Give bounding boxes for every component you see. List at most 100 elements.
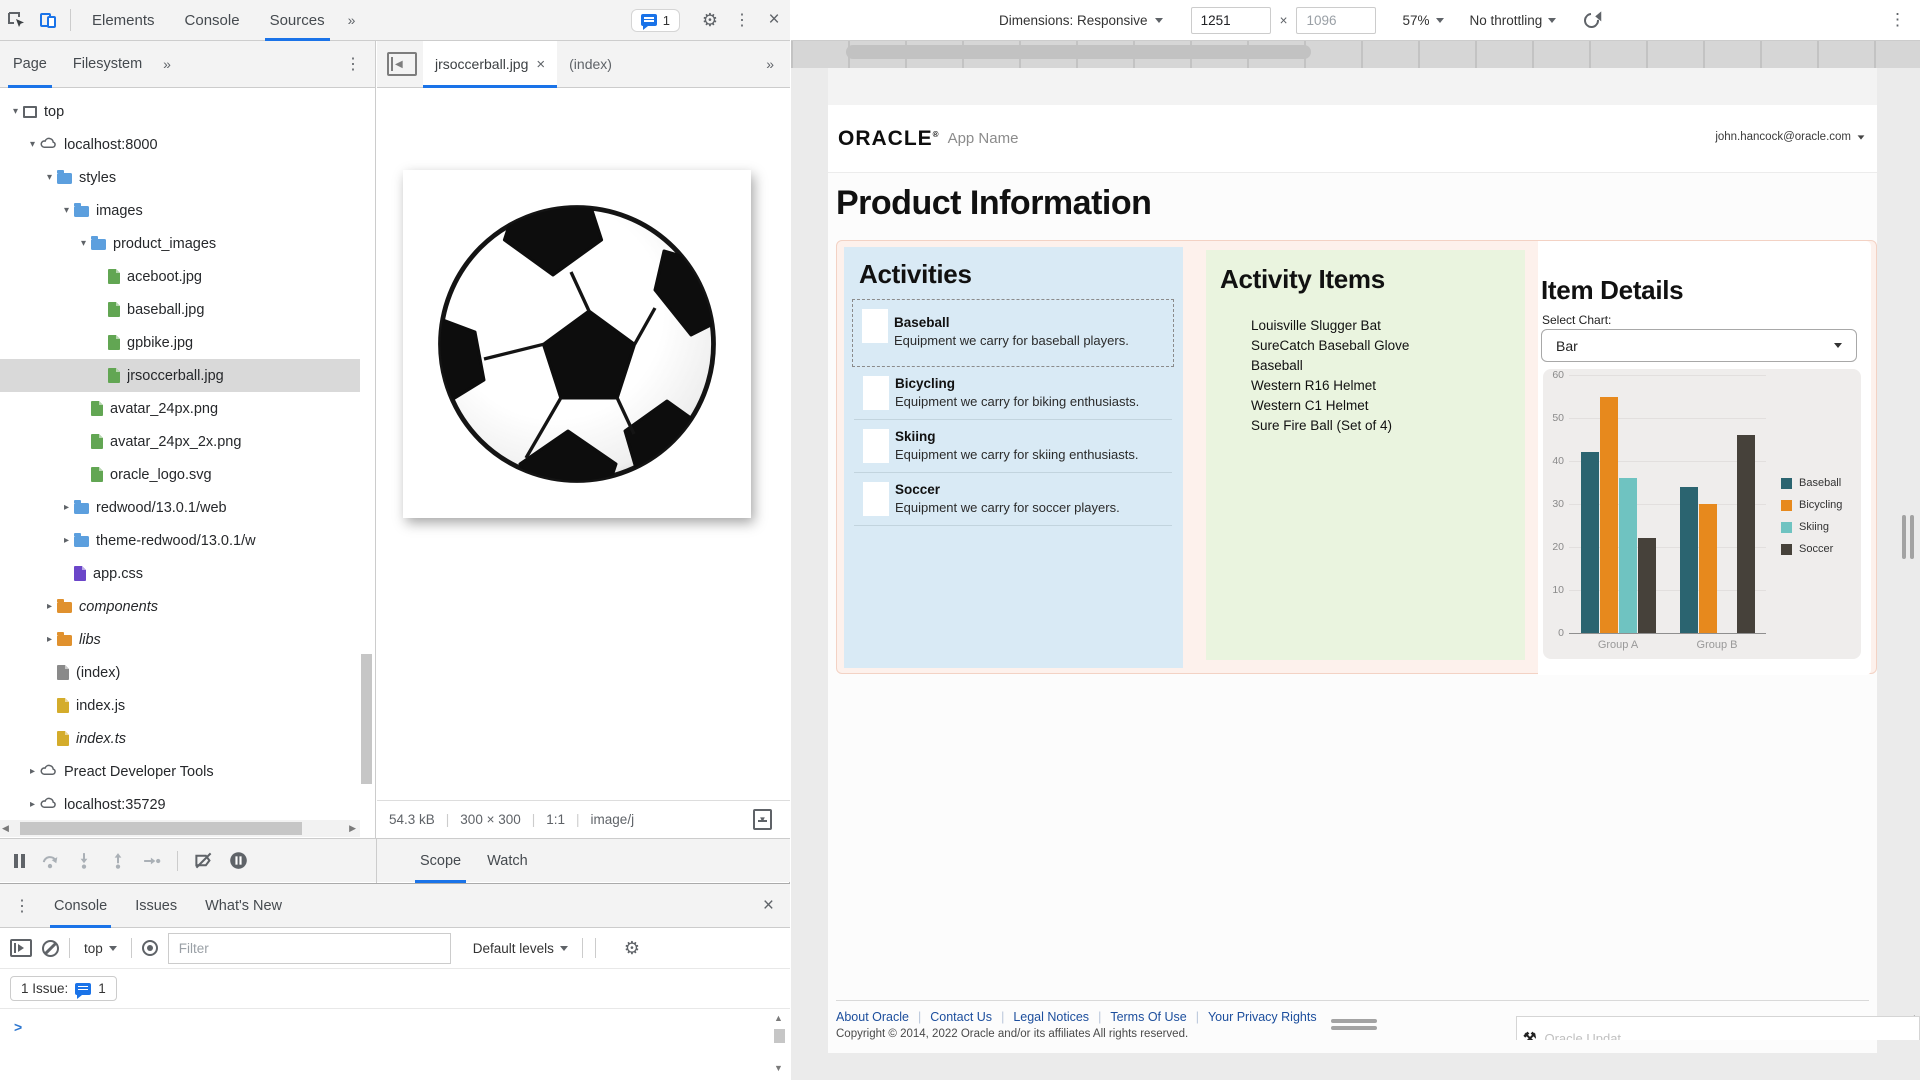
viewport-width-input[interactable] <box>1191 7 1271 34</box>
footer-link-about-oracle[interactable]: About Oracle <box>836 1010 918 1024</box>
viewport-height-input[interactable] <box>1296 7 1376 34</box>
tab-page[interactable]: Page <box>0 41 60 88</box>
console-filter-input[interactable] <box>168 933 451 964</box>
step-into-icon[interactable] <box>75 852 93 870</box>
zoom-selector[interactable]: 57% <box>1402 13 1443 28</box>
tree-item-theme-redwood-13-0-1-w[interactable]: ▸theme-redwood/13.0.1/w <box>0 524 360 557</box>
scroll-down-icon[interactable]: ▼ <box>772 1063 785 1073</box>
tree-item-components[interactable]: ▸components <box>0 590 360 623</box>
device-toolbar-toggle-icon[interactable] <box>32 6 64 34</box>
legend-item-baseball[interactable]: Baseball <box>1781 472 1842 494</box>
tree-item-product-images[interactable]: ▾product_images <box>0 227 360 260</box>
console-context-selector[interactable]: top <box>80 941 121 956</box>
activity-item-row[interactable]: Sure Fire Ball (Set of 4) <box>1251 416 1409 436</box>
device-toolbar-menu-icon[interactable]: ⋮ <box>1889 10 1920 30</box>
pause-script-icon[interactable] <box>14 854 25 868</box>
tree-item-baseball-jpg[interactable]: baseball.jpg <box>0 293 360 326</box>
bar-group-b-soccer[interactable] <box>1737 435 1755 633</box>
tree-expand-icon[interactable]: ▾ <box>8 106 23 117</box>
tree-item-index-js[interactable]: index.js <box>0 689 360 722</box>
more-options-icon[interactable]: ⋮ <box>726 6 758 34</box>
step-over-icon[interactable] <box>41 852 59 870</box>
tab-console[interactable]: Console <box>170 0 255 41</box>
scroll-right-icon[interactable]: ▶ <box>349 823 356 834</box>
tab-watch[interactable]: Watch <box>474 839 541 883</box>
tree-expand-icon[interactable]: ▸ <box>59 502 74 513</box>
navigator-more-tabs-icon[interactable]: » <box>155 56 179 72</box>
viewport-width-drag-handle[interactable] <box>1897 515 1919 559</box>
tree-item-top[interactable]: ▾top <box>0 95 360 128</box>
scroll-left-icon[interactable]: ◀ <box>2 823 9 834</box>
footer-link-your-privacy-rights[interactable]: Your Privacy Rights <box>1199 1010 1326 1024</box>
ruler-tape[interactable] <box>846 45 1311 59</box>
rotate-viewport-icon[interactable] <box>1581 9 1602 30</box>
tree-item-index-ts[interactable]: index.ts <box>0 722 360 755</box>
tree-item-redwood-13-0-1-web[interactable]: ▸redwood/13.0.1/web <box>0 491 360 524</box>
activity-item-row[interactable]: Louisville Slugger Bat <box>1251 316 1409 336</box>
viewport-height-drag-handle[interactable] <box>1331 1019 1377 1033</box>
bar-group-b-bicycling[interactable] <box>1699 504 1717 633</box>
navigator-menu-icon[interactable]: ⋮ <box>345 54 375 74</box>
clear-console-icon[interactable] <box>42 940 59 957</box>
tree-expand-icon[interactable]: ▸ <box>25 799 40 810</box>
throttling-selector[interactable]: No throttling <box>1470 13 1557 28</box>
bar-group-a-bicycling[interactable] <box>1600 397 1618 634</box>
save-image-icon[interactable]: ▼ <box>753 809 772 830</box>
activity-item-row[interactable]: SureCatch Baseball Glove <box>1251 336 1409 356</box>
legend-item-bicycling[interactable]: Bicycling <box>1781 494 1842 516</box>
tree-expand-icon[interactable]: ▾ <box>59 205 74 216</box>
tree-item-localhost-8000[interactable]: ▾localhost:8000 <box>0 128 360 161</box>
tree-item-preact-developer-tools[interactable]: ▸Preact Developer Tools <box>0 755 360 788</box>
scroll-up-icon[interactable]: ▲ <box>772 1013 785 1023</box>
more-tabs-icon[interactable]: » <box>340 12 364 28</box>
activity-item-row[interactable]: Western R16 Helmet <box>1251 376 1409 396</box>
dimensions-selector[interactable]: Dimensions: Responsive <box>999 13 1163 28</box>
chart-type-select[interactable]: Bar <box>1541 329 1857 362</box>
log-levels-selector[interactable]: Default levels <box>469 941 572 956</box>
tab-elements[interactable]: Elements <box>77 0 170 41</box>
tree-item-localhost-35729[interactable]: ▸localhost:35729 <box>0 788 360 821</box>
tree-item-app-css[interactable]: app.css <box>0 557 360 590</box>
activity-item-row[interactable]: Western C1 Helmet <box>1251 396 1409 416</box>
step-out-icon[interactable] <box>109 852 127 870</box>
tree-item-styles[interactable]: ▾styles <box>0 161 360 194</box>
activity-item-bicycling[interactable]: BicyclingEquipment we carry for biking e… <box>854 367 1172 420</box>
tree-expand-icon[interactable]: ▸ <box>59 535 74 546</box>
editor-tab-index[interactable]: (index) <box>557 41 624 88</box>
tree-item-aceboot-jpg[interactable]: aceboot.jpg <box>0 260 360 293</box>
close-devtools-icon[interactable]: × <box>758 6 790 34</box>
tree-item-jrsoccerball-jpg[interactable]: jrsoccerball.jpg <box>0 359 360 392</box>
tree-item-oracle-logo-svg[interactable]: oracle_logo.svg <box>0 458 360 491</box>
pause-on-exceptions-icon[interactable] <box>229 851 248 870</box>
footer-link-contact-us[interactable]: Contact Us <box>921 1010 1001 1024</box>
toggle-navigator-icon[interactable]: ◀ <box>387 52 417 76</box>
inspect-element-icon[interactable] <box>0 6 32 34</box>
tree-expand-icon[interactable]: ▾ <box>76 238 91 249</box>
legend-item-skiing[interactable]: Skiing <box>1781 516 1842 538</box>
tab-sources[interactable]: Sources <box>255 0 340 41</box>
bar-group-a-baseball[interactable] <box>1581 452 1599 633</box>
console-log-area[interactable]: > ▲ ▼ <box>0 1009 790 1079</box>
tree-item-images[interactable]: ▾images <box>0 194 360 227</box>
tab-scope[interactable]: Scope <box>407 839 474 883</box>
step-icon[interactable] <box>143 852 161 870</box>
tab-filesystem[interactable]: Filesystem <box>60 41 155 88</box>
tree-item-avatar-24px-2x-png[interactable]: avatar_24px_2x.png <box>0 425 360 458</box>
bar-group-a-soccer[interactable] <box>1638 538 1656 633</box>
tree-item-libs[interactable]: ▸libs <box>0 623 360 656</box>
console-sidebar-icon[interactable] <box>10 939 32 957</box>
console-scrollbar[interactable]: ▲ ▼ <box>772 1011 786 1075</box>
tree-expand-icon[interactable]: ▸ <box>42 601 57 612</box>
tree-item--index-[interactable]: (index) <box>0 656 360 689</box>
close-console-icon[interactable]: × <box>763 895 790 917</box>
settings-gear-icon[interactable]: ⚙ <box>694 6 726 34</box>
activity-item-skiing[interactable]: SkiingEquipment we carry for skiing enth… <box>854 420 1172 473</box>
footer-link-terms-of-use[interactable]: Terms Of Use <box>1101 1010 1195 1024</box>
tree-expand-icon[interactable]: ▸ <box>25 766 40 777</box>
console-settings-icon[interactable]: ⚙ <box>624 938 640 959</box>
activity-item-soccer[interactable]: SoccerEquipment we carry for soccer play… <box>854 473 1172 526</box>
editor-more-tabs-icon[interactable]: » <box>758 56 790 72</box>
live-expression-icon[interactable] <box>142 940 158 956</box>
activity-item-row[interactable]: Baseball <box>1251 356 1409 376</box>
close-tab-icon[interactable]: × <box>536 56 545 73</box>
